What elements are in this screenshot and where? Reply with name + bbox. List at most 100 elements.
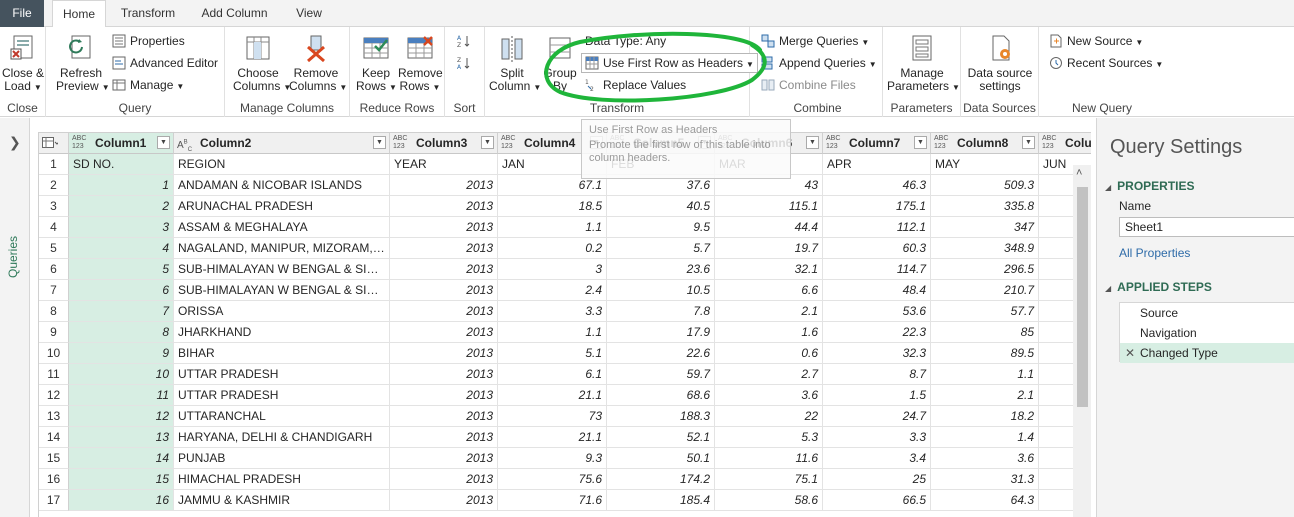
- scrollbar-thumb[interactable]: [1077, 187, 1088, 407]
- split-column-button[interactable]: Split Column ▼: [489, 33, 541, 94]
- table-cell[interactable]: UTTAR PRADESH: [174, 385, 390, 406]
- table-cell[interactable]: 10: [69, 364, 174, 385]
- tab-add-column[interactable]: Add Column: [192, 0, 277, 27]
- column-filter-dropdown-icon[interactable]: ▼: [373, 136, 386, 149]
- table-cell[interactable]: 2.1: [715, 301, 823, 322]
- row-number[interactable]: 4: [39, 217, 69, 238]
- table-cell[interactable]: 6.6: [715, 280, 823, 301]
- table-cell[interactable]: 3.3: [498, 301, 607, 322]
- row-number[interactable]: 7: [39, 280, 69, 301]
- table-cell[interactable]: 6: [69, 280, 174, 301]
- table-cell[interactable]: 14: [69, 448, 174, 469]
- table-cell[interactable]: 75.6: [498, 469, 607, 490]
- any-type-icon[interactable]: ABC123: [1042, 135, 1056, 151]
- keep-rows-button[interactable]: Keep Rows ▼: [356, 33, 397, 94]
- table-cell[interactable]: 22.3: [823, 322, 931, 343]
- expand-chevron-icon[interactable]: ❯: [9, 134, 21, 151]
- table-cell[interactable]: 7: [69, 301, 174, 322]
- table-cell[interactable]: 11.6: [715, 448, 823, 469]
- table-cell[interactable]: JAMMU & KASHMIR: [174, 490, 390, 511]
- table-cell[interactable]: 1.5: [823, 385, 931, 406]
- table-cell[interactable]: 9.5: [607, 217, 715, 238]
- table-cell[interactable]: SD NO.: [69, 154, 174, 175]
- row-number[interactable]: 15: [39, 448, 69, 469]
- table-cell[interactable]: 2013: [390, 490, 498, 511]
- row-number[interactable]: 9: [39, 322, 69, 343]
- table-cell[interactable]: 112.1: [823, 217, 931, 238]
- column-filter-dropdown-icon[interactable]: ▼: [1022, 136, 1035, 149]
- close-and-load-button[interactable]: Close & Load ▼: [1, 33, 45, 94]
- table-cell[interactable]: 58.6: [715, 490, 823, 511]
- remove-columns-button[interactable]: Remove Columns ▼: [289, 33, 347, 94]
- column-filter-dropdown-icon[interactable]: ▼: [806, 136, 819, 149]
- table-cell[interactable]: 2013: [390, 406, 498, 427]
- row-number[interactable]: 13: [39, 406, 69, 427]
- table-cell[interactable]: 3: [69, 217, 174, 238]
- table-cell[interactable]: 1: [69, 175, 174, 196]
- table-cell[interactable]: 22: [715, 406, 823, 427]
- table-cell[interactable]: 60.3: [823, 238, 931, 259]
- advanced-editor-button[interactable]: Advanced Editor: [112, 54, 218, 72]
- row-number[interactable]: 1: [39, 154, 69, 175]
- row-number[interactable]: 3: [39, 196, 69, 217]
- row-number[interactable]: 6: [39, 259, 69, 280]
- any-type-icon[interactable]: ABC123: [501, 135, 515, 151]
- table-cell[interactable]: APR: [823, 154, 931, 175]
- table-cell[interactable]: 53.6: [823, 301, 931, 322]
- table-cell[interactable]: 5.1: [498, 343, 607, 364]
- table-cell[interactable]: 210.7: [931, 280, 1039, 301]
- table-cell[interactable]: HIMACHAL PRADESH: [174, 469, 390, 490]
- table-cell[interactable]: 6.1: [498, 364, 607, 385]
- table-cell[interactable]: 9.3: [498, 448, 607, 469]
- query-name-input[interactable]: Sheet1: [1119, 217, 1294, 237]
- table-cell[interactable]: 85: [931, 322, 1039, 343]
- table-cell[interactable]: 21.1: [498, 385, 607, 406]
- table-cell[interactable]: 1.4: [931, 427, 1039, 448]
- table-cell[interactable]: 73: [498, 406, 607, 427]
- row-number[interactable]: 16: [39, 469, 69, 490]
- table-cell[interactable]: 175.1: [823, 196, 931, 217]
- table-cell[interactable]: 2013: [390, 217, 498, 238]
- sort-ascending-button[interactable]: AZ: [457, 32, 475, 50]
- table-cell[interactable]: SUB-HIMALAYAN W BENGAL & SIKKIM: [174, 280, 390, 301]
- queries-pane-label[interactable]: Queries: [6, 236, 20, 278]
- table-cell[interactable]: 25: [823, 469, 931, 490]
- table-cell[interactable]: 8: [69, 322, 174, 343]
- table-cell[interactable]: 115.1: [715, 196, 823, 217]
- row-number[interactable]: 14: [39, 427, 69, 448]
- applied-step-source[interactable]: Source: [1120, 303, 1294, 323]
- table-cell[interactable]: ASSAM & MEGHALAYA: [174, 217, 390, 238]
- row-number[interactable]: 17: [39, 490, 69, 511]
- table-cell[interactable]: 2013: [390, 343, 498, 364]
- table-cell[interactable]: 59.7: [607, 364, 715, 385]
- table-cell[interactable]: 509.3: [931, 175, 1039, 196]
- remove-rows-button[interactable]: Remove Rows ▼: [398, 33, 443, 94]
- column-header[interactable]: ABC Column2 ▼: [174, 133, 390, 154]
- table-cell[interactable]: UTTARANCHAL: [174, 406, 390, 427]
- table-cell[interactable]: 4: [69, 238, 174, 259]
- table-cell[interactable]: 2013: [390, 364, 498, 385]
- table-cell[interactable]: 57.7: [931, 301, 1039, 322]
- scroll-up-arrow-icon[interactable]: ˄: [1076, 167, 1082, 179]
- table-cell[interactable]: SUB-HIMALAYAN W BENGAL & SIKKIM: [174, 259, 390, 280]
- table-cell[interactable]: 3.3: [823, 427, 931, 448]
- table-cell[interactable]: 68.6: [607, 385, 715, 406]
- table-cell[interactable]: MAY: [931, 154, 1039, 175]
- table-cell[interactable]: 66.5: [823, 490, 931, 511]
- table-cell[interactable]: 32.3: [823, 343, 931, 364]
- table-cell[interactable]: 9: [69, 343, 174, 364]
- data-type-dropdown[interactable]: Data Type: Any: [585, 32, 666, 50]
- append-queries-button[interactable]: Append Queries ▼: [761, 54, 877, 72]
- table-cell[interactable]: 89.5: [931, 343, 1039, 364]
- column-header[interactable]: ABC 123 Column1 ▼: [69, 133, 174, 154]
- table-cell[interactable]: 348.9: [931, 238, 1039, 259]
- vertical-scrollbar[interactable]: ˄: [1073, 165, 1091, 517]
- table-cell[interactable]: 44.4: [715, 217, 823, 238]
- combine-files-button[interactable]: Combine Files: [761, 76, 856, 94]
- table-cell[interactable]: 5.3: [715, 427, 823, 448]
- any-type-icon[interactable]: ABC123: [826, 135, 840, 151]
- tab-transform[interactable]: Transform: [113, 0, 183, 27]
- row-number[interactable]: 5: [39, 238, 69, 259]
- table-cell[interactable]: 23.6: [607, 259, 715, 280]
- table-cell[interactable]: 1.1: [498, 217, 607, 238]
